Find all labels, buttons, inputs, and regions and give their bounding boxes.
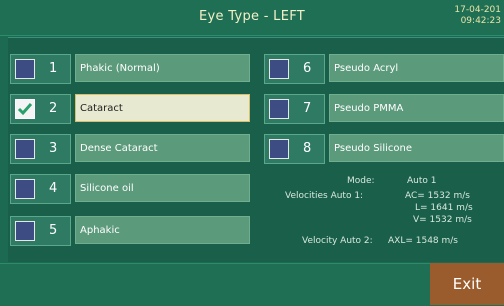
option-number-box[interactable]: 8 <box>264 134 325 164</box>
checkbox[interactable] <box>15 179 35 199</box>
option-row-1[interactable]: 1 Phakic (Normal) <box>10 54 256 84</box>
option-number: 1 <box>49 61 58 76</box>
velocity-ac: AC= 1532 m/s <box>405 191 470 201</box>
option-number-box[interactable]: 6 <box>264 54 325 84</box>
velocity-axl: AXL= 1548 m/s <box>388 236 458 246</box>
option-row-6[interactable]: 6 Pseudo Acryl <box>264 54 504 84</box>
option-row-8[interactable]: 8 Pseudo Silicone <box>264 134 504 164</box>
option-number-box[interactable]: 7 <box>264 94 325 124</box>
option-label[interactable]: Dense Cataract <box>75 134 250 162</box>
time-text: 09:42:23 <box>460 16 501 26</box>
option-number: 3 <box>49 141 58 156</box>
checkbox[interactable] <box>269 99 289 119</box>
option-row-7[interactable]: 7 Pseudo PMMA <box>264 94 504 124</box>
checkmark-icon <box>17 103 33 116</box>
datetime: 17-04-201 09:42:23 <box>454 5 501 27</box>
velocity-l: L= 1641 m/s <box>415 203 473 213</box>
option-number-box[interactable]: 4 <box>10 174 71 204</box>
checkbox[interactable] <box>269 139 289 159</box>
option-label[interactable]: Pseudo PMMA <box>329 94 504 122</box>
checkbox[interactable] <box>15 139 35 159</box>
page-title: Eye Type - LEFT <box>199 9 305 24</box>
checkbox[interactable] <box>269 59 289 79</box>
checkbox-checked[interactable] <box>15 99 35 119</box>
option-label[interactable]: Phakic (Normal) <box>75 54 250 82</box>
footer-bar <box>0 263 504 306</box>
velocities-auto1-label: Velocities Auto 1: <box>285 191 364 201</box>
option-number: 2 <box>49 101 58 116</box>
option-label[interactable]: Cataract <box>75 94 250 122</box>
option-number-box[interactable]: 1 <box>10 54 71 84</box>
checkbox[interactable] <box>15 221 35 241</box>
option-number: 7 <box>303 101 312 116</box>
eye-type-panel: 1 Phakic (Normal) 2 Cataract 3 Dense Cat… <box>8 37 504 262</box>
option-label[interactable]: Aphakic <box>75 216 250 244</box>
option-number-box[interactable]: 3 <box>10 134 71 164</box>
option-number: 5 <box>49 223 58 238</box>
exit-button[interactable]: Exit <box>430 263 504 305</box>
title-bar: Eye Type - LEFT 17-04-201 09:42:23 <box>0 0 504 36</box>
mode-value: Auto 1 <box>407 176 437 186</box>
option-row-4[interactable]: 4 Silicone oil <box>10 174 256 204</box>
option-label[interactable]: Pseudo Acryl <box>329 54 504 82</box>
option-number: 8 <box>303 141 312 156</box>
option-number: 4 <box>49 181 58 196</box>
option-label[interactable]: Silicone oil <box>75 174 250 202</box>
mode-label: Mode: <box>347 176 375 186</box>
date-text: 17-04-201 <box>454 5 501 15</box>
option-row-3[interactable]: 3 Dense Cataract <box>10 134 256 164</box>
option-row-2[interactable]: 2 Cataract <box>10 94 256 124</box>
option-row-5[interactable]: 5 Aphakic <box>10 216 256 246</box>
option-label[interactable]: Pseudo Silicone <box>329 134 504 162</box>
option-number-box[interactable]: 2 <box>10 94 71 124</box>
option-number: 6 <box>303 61 312 76</box>
option-number-box[interactable]: 5 <box>10 216 71 246</box>
velocity-auto2-label: Velocity Auto 2: <box>302 236 373 246</box>
checkbox[interactable] <box>15 59 35 79</box>
velocity-v: V= 1532 m/s <box>413 215 472 225</box>
